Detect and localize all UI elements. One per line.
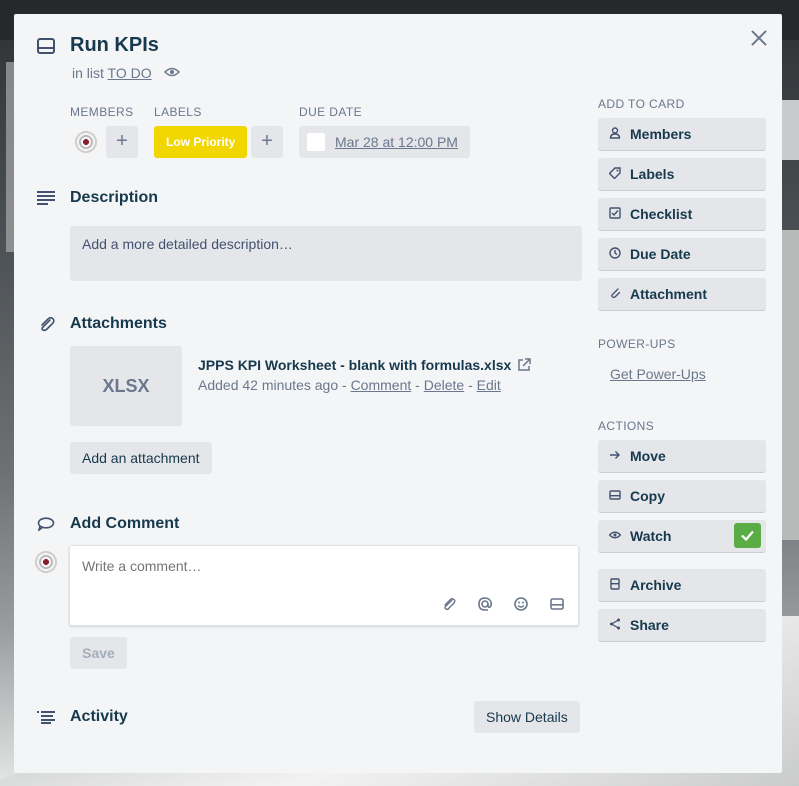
get-power-ups-link[interactable]: Get Power-Ups	[610, 366, 706, 382]
card-icon	[609, 490, 621, 500]
card-detail-window: Run KPIs in list TO DO MEMBERS LABELS DU…	[14, 14, 782, 773]
add-attachment-button[interactable]: Add an attachment	[70, 442, 212, 474]
copy-button-label: Copy	[630, 488, 665, 504]
label-chip[interactable]: Low Priority	[154, 126, 248, 158]
due-date-text[interactable]: Mar 28 at 12:00 PM	[335, 134, 458, 150]
members-heading: MEMBERS	[70, 105, 134, 119]
copy-button[interactable]: Copy	[598, 480, 766, 512]
show-details-button[interactable]: Show Details	[474, 701, 580, 733]
archive-icon	[610, 578, 620, 590]
close-icon[interactable]	[747, 26, 771, 50]
external-link-icon[interactable]	[517, 358, 531, 372]
comment-attachment-link[interactable]: Comment	[351, 377, 412, 393]
separator: -	[342, 377, 347, 393]
comment-icon	[37, 517, 55, 531]
activity-icon	[37, 711, 55, 724]
background-card	[782, 230, 799, 540]
eye-icon	[609, 531, 621, 539]
description-icon	[37, 191, 55, 205]
comment-input[interactable]	[82, 558, 562, 574]
checklist-icon	[609, 207, 621, 219]
mention-icon[interactable]	[476, 595, 494, 613]
clock-icon	[609, 247, 621, 259]
description-field[interactable]: Add a more detailed description…	[70, 226, 582, 281]
separator: -	[468, 377, 473, 393]
attachment-added-time: Added 42 minutes ago	[198, 377, 339, 393]
power-ups-heading: POWER-UPS	[598, 337, 676, 351]
card-icon[interactable]	[548, 595, 566, 613]
attachment-button[interactable]: Attachment	[598, 278, 766, 310]
person-icon	[609, 127, 621, 139]
move-button[interactable]: Move	[598, 440, 766, 472]
edit-attachment-link[interactable]: Edit	[477, 377, 501, 393]
due-date-heading: DUE DATE	[299, 105, 362, 119]
separator: -	[415, 377, 420, 393]
card-icon	[37, 38, 55, 54]
card-title[interactable]: Run KPIs	[70, 34, 159, 57]
share-button[interactable]: Share	[598, 609, 766, 641]
save-comment-button[interactable]: Save	[70, 637, 127, 669]
add-to-card-heading: ADD TO CARD	[598, 97, 685, 111]
attachment-meta: Added 42 minutes ago - Comment - Delete …	[198, 377, 501, 393]
arrow-right-icon	[610, 451, 620, 459]
in-list-text: in list TO DO	[72, 65, 152, 81]
labels-button-label: Labels	[630, 166, 675, 182]
watch-button-label: Watch	[630, 528, 672, 544]
checkmark-icon	[741, 530, 754, 542]
share-button-label: Share	[630, 617, 669, 633]
add-member-button[interactable]: +	[106, 126, 138, 158]
comment-input-box[interactable]	[69, 545, 579, 626]
avatar	[30, 546, 62, 578]
due-date-button[interactable]: Due Date	[598, 238, 766, 270]
labels-button[interactable]: Labels	[598, 158, 766, 190]
activity-heading: Activity	[70, 708, 128, 725]
background-card	[782, 100, 799, 160]
add-label-button[interactable]: +	[251, 126, 283, 158]
paperclip-icon	[611, 288, 621, 299]
due-date-button-label: Due Date	[630, 246, 691, 262]
attachment-button-label: Attachment	[630, 286, 708, 302]
add-comment-heading: Add Comment	[70, 515, 180, 532]
attachment-name[interactable]: JPPS KPI Worksheet - blank with formulas…	[198, 357, 511, 373]
attachment-thumbnail[interactable]: XLSX	[70, 346, 182, 426]
members-button-label: Members	[630, 126, 692, 142]
due-date-badge[interactable]: Mar 28 at 12:00 PM	[299, 126, 470, 158]
archive-button[interactable]: Archive	[598, 569, 766, 601]
archive-button-label: Archive	[630, 577, 682, 593]
list-link[interactable]: TO DO	[108, 65, 152, 81]
due-complete-checkbox[interactable]	[307, 133, 325, 151]
share-icon	[610, 618, 620, 630]
watch-button[interactable]: Watch	[598, 520, 766, 552]
delete-attachment-link[interactable]: Delete	[424, 377, 464, 393]
emoji-icon[interactable]	[512, 595, 530, 613]
actions-heading: ACTIONS	[598, 419, 655, 433]
checklist-button-label: Checklist	[630, 206, 693, 222]
description-heading: Description	[70, 189, 159, 206]
paperclip-icon[interactable]	[440, 595, 458, 613]
members-button[interactable]: Members	[598, 118, 766, 150]
paperclip-icon	[41, 316, 55, 332]
watch-active-badge	[734, 523, 761, 548]
eye-icon	[164, 67, 180, 77]
move-button-label: Move	[630, 448, 666, 464]
checklist-button[interactable]: Checklist	[598, 198, 766, 230]
avatar[interactable]	[70, 126, 102, 158]
in-list-prefix: in list	[72, 65, 104, 81]
tag-icon	[609, 167, 621, 179]
attachments-heading: Attachments	[70, 315, 167, 332]
labels-heading: LABELS	[154, 105, 202, 119]
